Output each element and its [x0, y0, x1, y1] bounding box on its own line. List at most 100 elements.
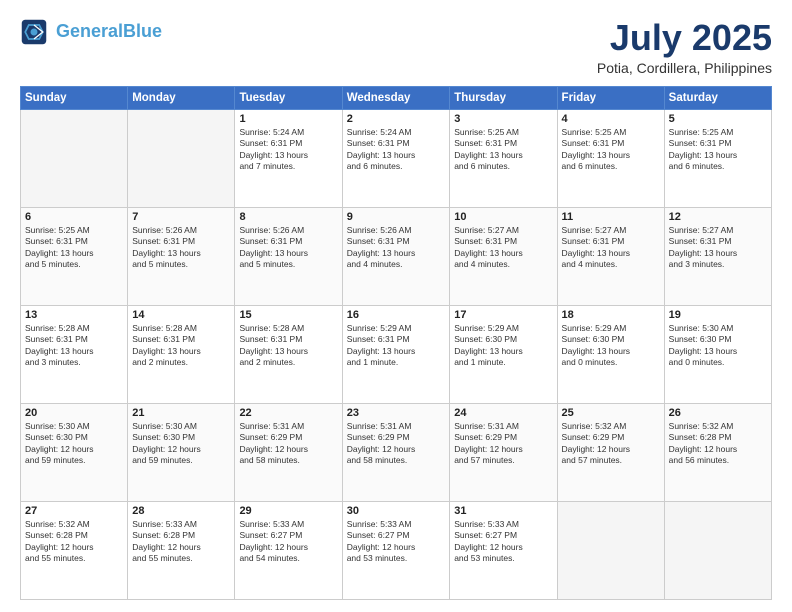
calendar-header-thursday: Thursday: [450, 86, 557, 109]
calendar-cell: [664, 501, 771, 599]
calendar-cell: 15 Sunrise: 5:28 AM Sunset: 6:31 PM Dayli…: [235, 305, 342, 403]
day-info: Sunrise: 5:27 AM Sunset: 6:31 PM Dayligh…: [454, 225, 552, 271]
calendar-cell: 31 Sunrise: 5:33 AM Sunset: 6:27 PM Dayli…: [450, 501, 557, 599]
day-info: Sunrise: 5:28 AM Sunset: 6:31 PM Dayligh…: [132, 323, 230, 369]
calendar-cell: 25 Sunrise: 5:32 AM Sunset: 6:29 PM Dayli…: [557, 403, 664, 501]
day-number: 24: [454, 407, 552, 419]
day-number: 31: [454, 505, 552, 517]
day-number: 6: [25, 211, 123, 223]
day-number: 16: [347, 309, 446, 321]
calendar-week-2: 13 Sunrise: 5:28 AM Sunset: 6:31 PM Dayli…: [21, 305, 772, 403]
day-number: 8: [239, 211, 337, 223]
calendar-cell: 7Sunrise: 5:26 AM Sunset: 6:31 PM Daylig…: [128, 207, 235, 305]
day-info: Sunrise: 5:32 AM Sunset: 6:29 PM Dayligh…: [562, 421, 660, 467]
calendar-header-sunday: Sunday: [21, 86, 128, 109]
logo-icon: [20, 18, 48, 46]
day-info: Sunrise: 5:33 AM Sunset: 6:27 PM Dayligh…: [454, 519, 552, 565]
calendar-cell: 26 Sunrise: 5:32 AM Sunset: 6:28 PM Dayli…: [664, 403, 771, 501]
title-block: July 2025 Potia, Cordillera, Philippines: [597, 18, 772, 76]
day-info: Sunrise: 5:30 AM Sunset: 6:30 PM Dayligh…: [669, 323, 767, 369]
calendar-cell: 10 Sunrise: 5:27 AM Sunset: 6:31 PM Dayli…: [450, 207, 557, 305]
calendar-cell: 30 Sunrise: 5:33 AM Sunset: 6:27 PM Dayli…: [342, 501, 450, 599]
day-number: 17: [454, 309, 552, 321]
calendar-cell: 8 Sunrise: 5:26 AM Sunset: 6:31 PM Daylig…: [235, 207, 342, 305]
day-info: Sunrise: 5:26 AM Sunset: 6:31 PM Dayligh…: [347, 225, 446, 271]
day-number: 26: [669, 407, 767, 419]
day-number: 1: [239, 113, 337, 125]
calendar-header-row: SundayMondayTuesdayWednesdayThursdayFrid…: [21, 86, 772, 109]
day-info: Sunrise: 5:31 AM Sunset: 6:29 PM Dayligh…: [239, 421, 337, 467]
calendar-cell: 1Sunrise: 5:24 AM Sunset: 6:31 PM Daylig…: [235, 109, 342, 207]
day-info: Sunrise: 5:27 AM Sunset: 6:31 PM Dayligh…: [669, 225, 767, 271]
calendar-cell: 9 Sunrise: 5:26 AM Sunset: 6:31 PM Daylig…: [342, 207, 450, 305]
day-info: Sunrise: 5:33 AM Sunset: 6:28 PM Dayligh…: [132, 519, 230, 565]
day-number: 11: [562, 211, 660, 223]
day-number: 18: [562, 309, 660, 321]
day-number: 30: [347, 505, 446, 517]
day-number: 15: [239, 309, 337, 321]
calendar-week-4: 27 Sunrise: 5:32 AM Sunset: 6:28 PM Dayli…: [21, 501, 772, 599]
calendar-cell: 17 Sunrise: 5:29 AM Sunset: 6:30 PM Dayli…: [450, 305, 557, 403]
day-info: Sunrise: 5:24 AM Sunset: 6:31 PM Dayligh…: [347, 127, 446, 173]
day-info: Sunrise: 5:28 AM Sunset: 6:31 PM Dayligh…: [25, 323, 123, 369]
calendar-cell: 21 Sunrise: 5:30 AM Sunset: 6:30 PM Dayli…: [128, 403, 235, 501]
calendar-cell: 6Sunrise: 5:25 AM Sunset: 6:31 PM Daylig…: [21, 207, 128, 305]
calendar-table: SundayMondayTuesdayWednesdayThursdayFrid…: [20, 86, 772, 600]
day-number: 10: [454, 211, 552, 223]
day-info: Sunrise: 5:31 AM Sunset: 6:29 PM Dayligh…: [347, 421, 446, 467]
calendar-cell: 28Sunrise: 5:33 AM Sunset: 6:28 PM Dayli…: [128, 501, 235, 599]
calendar-header-friday: Friday: [557, 86, 664, 109]
day-info: Sunrise: 5:29 AM Sunset: 6:31 PM Dayligh…: [347, 323, 446, 369]
calendar-cell: 24 Sunrise: 5:31 AM Sunset: 6:29 PM Dayli…: [450, 403, 557, 501]
day-number: 13: [25, 309, 123, 321]
day-number: 3: [454, 113, 552, 125]
calendar-cell: 13 Sunrise: 5:28 AM Sunset: 6:31 PM Dayli…: [21, 305, 128, 403]
day-info: Sunrise: 5:29 AM Sunset: 6:30 PM Dayligh…: [454, 323, 552, 369]
day-info: Sunrise: 5:25 AM Sunset: 6:31 PM Dayligh…: [454, 127, 552, 173]
calendar-cell: 4 Sunrise: 5:25 AM Sunset: 6:31 PM Daylig…: [557, 109, 664, 207]
location-title: Potia, Cordillera, Philippines: [597, 60, 772, 76]
calendar-cell: 27 Sunrise: 5:32 AM Sunset: 6:28 PM Dayli…: [21, 501, 128, 599]
day-info: Sunrise: 5:27 AM Sunset: 6:31 PM Dayligh…: [562, 225, 660, 271]
day-info: Sunrise: 5:25 AM Sunset: 6:31 PM Dayligh…: [562, 127, 660, 173]
day-number: 23: [347, 407, 446, 419]
day-number: 21: [132, 407, 230, 419]
day-info: Sunrise: 5:30 AM Sunset: 6:30 PM Dayligh…: [25, 421, 123, 467]
day-number: 20: [25, 407, 123, 419]
logo-text: GeneralBlue: [56, 22, 162, 42]
calendar-cell: [557, 501, 664, 599]
day-number: 25: [562, 407, 660, 419]
day-number: 4: [562, 113, 660, 125]
calendar-cell: 29 Sunrise: 5:33 AM Sunset: 6:27 PM Dayli…: [235, 501, 342, 599]
calendar-cell: 14 Sunrise: 5:28 AM Sunset: 6:31 PM Dayli…: [128, 305, 235, 403]
month-title: July 2025: [597, 18, 772, 58]
day-info: Sunrise: 5:33 AM Sunset: 6:27 PM Dayligh…: [239, 519, 337, 565]
calendar-week-0: 1 Sunrise: 5:24 AM Sunset: 6:31 PM Daylig…: [21, 109, 772, 207]
day-number: 27: [25, 505, 123, 517]
calendar-cell: 23 Sunrise: 5:31 AM Sunset: 6:29 PM Dayli…: [342, 403, 450, 501]
day-number: 9: [347, 211, 446, 223]
calendar-cell: 22 Sunrise: 5:31 AM Sunset: 6:29 PM Dayli…: [235, 403, 342, 501]
calendar-header-tuesday: Tuesday: [235, 86, 342, 109]
day-info: Sunrise: 5:32 AM Sunset: 6:28 PM Dayligh…: [669, 421, 767, 467]
day-info: Sunrise: 5:31 AM Sunset: 6:29 PM Dayligh…: [454, 421, 552, 467]
day-info: Sunrise: 5:30 AM Sunset: 6:30 PM Dayligh…: [132, 421, 230, 467]
calendar-week-1: 6Sunrise: 5:25 AM Sunset: 6:31 PM Daylig…: [21, 207, 772, 305]
day-number: 7: [132, 211, 230, 223]
day-info: Sunrise: 5:32 AM Sunset: 6:28 PM Dayligh…: [25, 519, 123, 565]
day-number: 29: [239, 505, 337, 517]
calendar-cell: [128, 109, 235, 207]
day-info: Sunrise: 5:28 AM Sunset: 6:31 PM Dayligh…: [239, 323, 337, 369]
calendar-cell: 18Sunrise: 5:29 AM Sunset: 6:30 PM Dayli…: [557, 305, 664, 403]
day-number: 22: [239, 407, 337, 419]
day-number: 19: [669, 309, 767, 321]
calendar-cell: 3 Sunrise: 5:25 AM Sunset: 6:31 PM Daylig…: [450, 109, 557, 207]
calendar-header-wednesday: Wednesday: [342, 86, 450, 109]
day-info: Sunrise: 5:26 AM Sunset: 6:31 PM Dayligh…: [239, 225, 337, 271]
calendar-cell: 2 Sunrise: 5:24 AM Sunset: 6:31 PM Daylig…: [342, 109, 450, 207]
calendar-cell: 12Sunrise: 5:27 AM Sunset: 6:31 PM Dayli…: [664, 207, 771, 305]
day-info: Sunrise: 5:33 AM Sunset: 6:27 PM Dayligh…: [347, 519, 446, 565]
day-number: 14: [132, 309, 230, 321]
calendar-cell: [21, 109, 128, 207]
day-number: 2: [347, 113, 446, 125]
